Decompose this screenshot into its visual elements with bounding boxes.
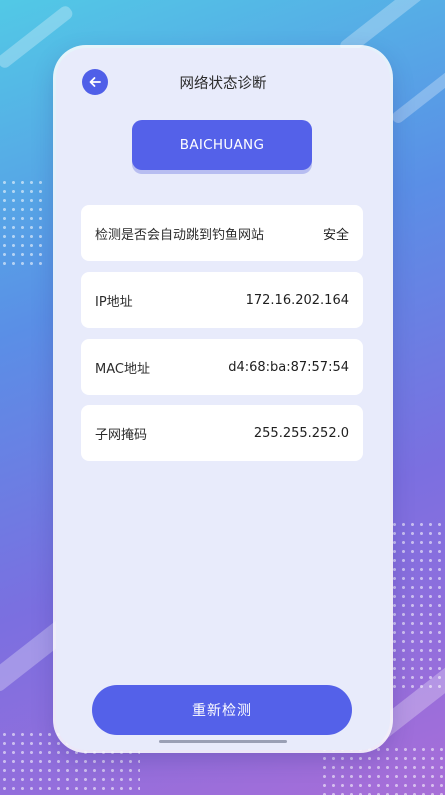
row-label: 检测是否会自动跳到钓鱼网站 xyxy=(95,227,265,243)
row-value: 安全 xyxy=(322,227,349,243)
row-label: IP地址 xyxy=(95,294,133,310)
row-label: 子网掩码 xyxy=(95,427,148,443)
background-stripe xyxy=(389,66,445,126)
phishing-check-row: 检测是否会自动跳到钓鱼网站 安全 xyxy=(81,205,363,261)
row-label: MAC地址 xyxy=(95,361,150,377)
background-dots xyxy=(390,520,445,690)
row-value: 255.255.252.0 xyxy=(253,425,349,441)
page-title: 网络状态诊断 xyxy=(179,76,267,92)
ip-address-row: IP地址 172.16.202.164 xyxy=(81,272,363,328)
mac-address-row: MAC地址 d4:68:ba:87:57:54 xyxy=(81,339,363,395)
home-indicator xyxy=(159,740,287,743)
row-value: 172.16.202.164 xyxy=(245,292,349,308)
network-name-badge: BAICHUANG xyxy=(132,120,312,170)
phone-screen: 网络状态诊断 BAICHUANG 检测是否会自动跳到钓鱼网站 安全 IP地址 1… xyxy=(56,48,390,750)
row-value: d4:68:ba:87:57:54 xyxy=(228,359,349,375)
recheck-button[interactable]: 重新检测 xyxy=(92,685,352,735)
background-dots xyxy=(0,178,48,268)
subnet-mask-row: 子网掩码 255.255.252.0 xyxy=(81,405,363,461)
background-dots xyxy=(320,745,445,795)
